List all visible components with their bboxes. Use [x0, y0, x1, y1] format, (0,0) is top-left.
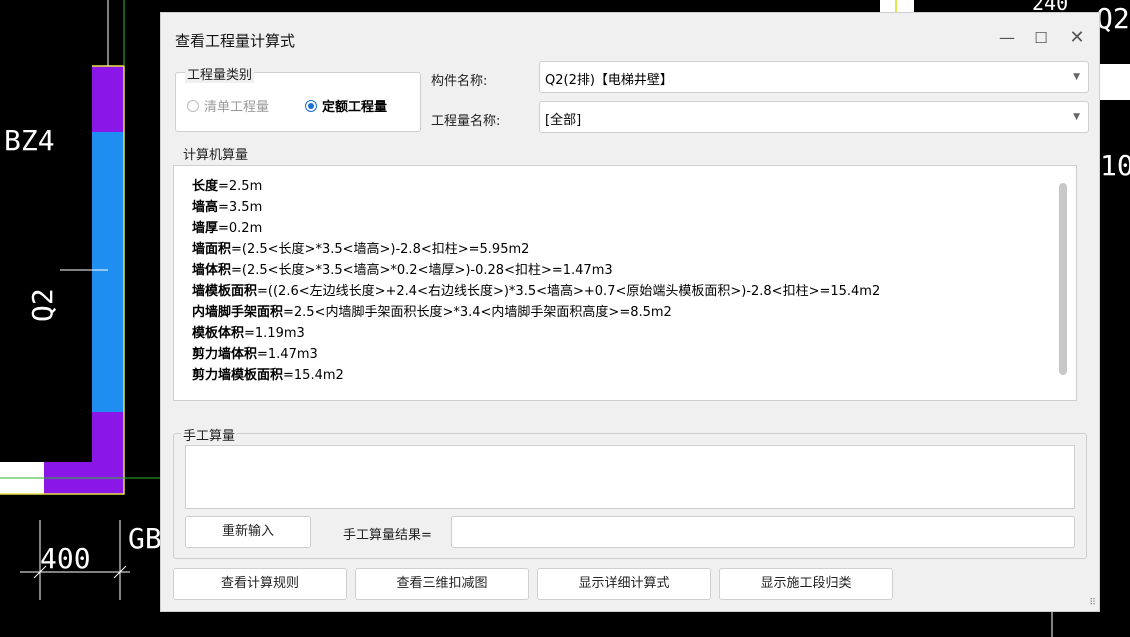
quantity-name-label: 工程量名称:: [431, 114, 501, 129]
radio-bill-quantity-dot: [187, 99, 199, 112]
chevron-down-icon: ▼: [1073, 112, 1080, 122]
cad-label-gb: GB: [128, 522, 162, 555]
calc-line: 墙高=3.5m: [192, 200, 263, 215]
manual-result-input[interactable]: [451, 516, 1075, 548]
manual-result-label: 手工算量结果=: [343, 528, 432, 543]
quantity-type-legend: 工程量类别: [185, 64, 255, 83]
resize-grip-icon[interactable]: ⠿: [1089, 598, 1096, 608]
cad-wall-blue: [92, 132, 124, 412]
component-name-label: 构件名称:: [431, 74, 488, 89]
radio-quota-quantity-label: 定额工程量: [322, 100, 388, 115]
cad-column-top: [92, 66, 124, 132]
calc-line: 墙面积=(2.5<长度>*3.5<墙高>)-2.8<扣柱>=5.95m2: [192, 242, 530, 257]
cad-label-400: 400: [40, 542, 91, 575]
dialog-title: 查看工程量计算式: [175, 32, 296, 50]
show-segment-category-button[interactable]: 显示施工段归类: [719, 568, 893, 600]
manual-calc-input[interactable]: [185, 445, 1075, 509]
show-detail-formula-button[interactable]: 显示详细计算式: [537, 568, 711, 600]
calc-line: 墙模板面积=((2.6<左边线长度>+2.4<右边线长度>)*3.5<墙高>+0…: [192, 284, 881, 299]
calc-line: 内墙脚手架面积=2.5<内墙脚手架面积长度>*3.4<内墙脚手架面积高度>=8.…: [192, 305, 672, 320]
close-button[interactable]: ✕: [1063, 25, 1091, 51]
computer-calc-legend: 计算机算量: [181, 144, 251, 163]
quantity-name-select[interactable]: [全部] ▼: [539, 101, 1089, 133]
manual-calc-legend: 手工算量: [181, 425, 238, 444]
calc-line: 模板体积=1.19m3: [192, 326, 305, 341]
chevron-down-icon: ▼: [1073, 72, 1080, 82]
cad-label-q2-right: Q2: [1096, 2, 1130, 35]
cad-label-bz4: BZ4: [4, 124, 55, 157]
maximize-button[interactable]: ☐: [1027, 25, 1055, 51]
reenter-button[interactable]: 重新输入: [185, 516, 311, 548]
radio-quota-quantity[interactable]: 定额工程量: [305, 96, 387, 115]
calc-line: 长度=2.5m: [192, 179, 263, 194]
calc-line: 剪力墙模板面积=15.4m2: [192, 368, 344, 383]
dialog-titlebar[interactable]: 查看工程量计算式 — ☐ ✕: [161, 13, 1099, 63]
cad-label-q2: Q2: [26, 288, 59, 322]
quantity-formula-dialog: 查看工程量计算式 — ☐ ✕ 工程量类别 清单工程量 定额工程量 构件名称: Q…: [160, 12, 1100, 612]
view-calc-rules-button[interactable]: 查看计算规则: [173, 568, 347, 600]
computer-calc-textbox[interactable]: 长度=2.5m 墙高=3.5m 墙厚=0.2m 墙面积=(2.5<长度>*3.5…: [173, 165, 1077, 401]
cad-label-105: 105: [1100, 149, 1130, 182]
cad-right-wall: [1100, 64, 1130, 100]
radio-quota-quantity-dot: [305, 99, 317, 112]
component-name-value: Q2(2排)【电梯井壁】: [545, 73, 673, 88]
radio-bill-quantity[interactable]: 清单工程量: [187, 96, 269, 115]
calc-line: 剪力墙体积=1.47m3: [192, 347, 318, 362]
calc-line: 墙体积=(2.5<长度>*3.5<墙高>*0.2<墙厚>)-0.28<扣柱>=1…: [192, 263, 613, 278]
calc-lines: 长度=2.5m 墙高=3.5m 墙厚=0.2m 墙面积=(2.5<长度>*3.5…: [192, 176, 880, 386]
view-3d-deduction-button[interactable]: 查看三维扣减图: [355, 568, 529, 600]
component-name-select[interactable]: Q2(2排)【电梯井壁】 ▼: [539, 61, 1089, 93]
calc-scrollbar[interactable]: [1059, 183, 1067, 375]
minimize-button[interactable]: —: [993, 25, 1021, 51]
calc-line: 墙厚=0.2m: [192, 221, 263, 236]
radio-bill-quantity-label: 清单工程量: [204, 100, 270, 115]
quantity-name-value: [全部]: [545, 113, 582, 128]
